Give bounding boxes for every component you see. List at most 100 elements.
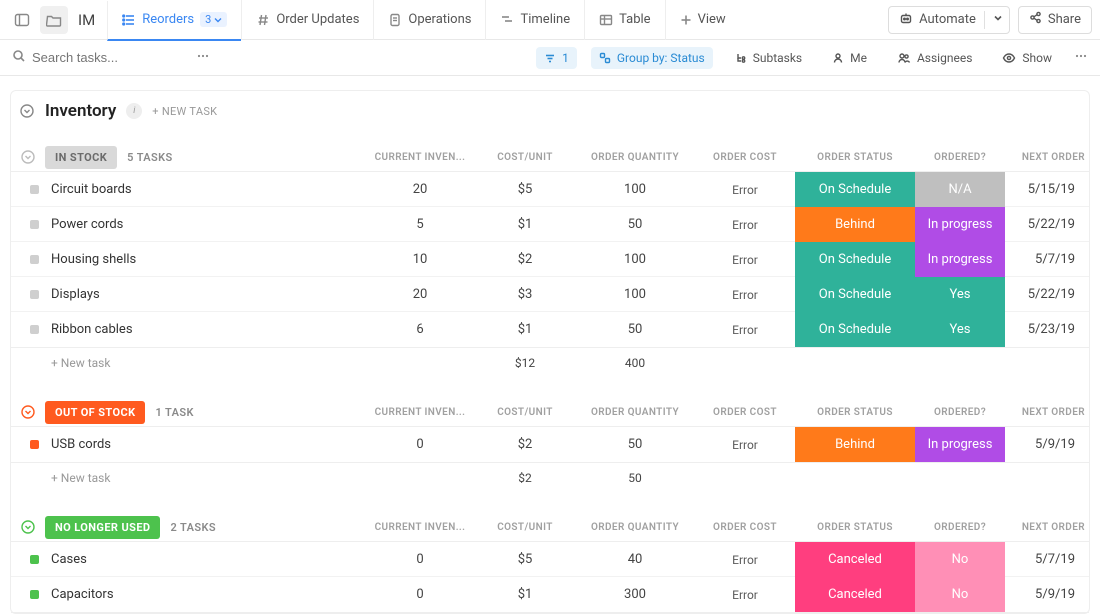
- table-row[interactable]: USB cords0$250ErrorBehindIn progress5/9/…: [11, 427, 1089, 462]
- cell-order-cost[interactable]: Error: [695, 218, 795, 232]
- cell-cost-unit[interactable]: $3: [475, 287, 575, 302]
- status-chip[interactable]: OUT OF STOCK: [45, 401, 145, 424]
- cell-ordered[interactable]: No: [915, 542, 1005, 577]
- cell-current-inventory[interactable]: 20: [365, 287, 475, 302]
- cell-next-order[interactable]: 5/9/19: [1005, 587, 1095, 602]
- cell-order-cost[interactable]: Error: [695, 323, 795, 337]
- cell-ordered[interactable]: N/A: [915, 172, 1005, 207]
- group-collapse-icon[interactable]: [11, 149, 45, 165]
- filter-count-pill[interactable]: 1: [536, 47, 577, 69]
- task-name[interactable]: Housing shells: [45, 252, 365, 267]
- cell-order-quantity[interactable]: 50: [575, 217, 695, 232]
- cell-order-status[interactable]: Behind: [795, 427, 915, 462]
- cell-cost-unit[interactable]: $5: [475, 182, 575, 197]
- task-name[interactable]: Ribbon cables: [45, 322, 365, 337]
- folder-icon[interactable]: [40, 6, 68, 34]
- cell-order-status[interactable]: Canceled: [795, 577, 915, 612]
- subtasks-pill[interactable]: Subtasks: [727, 47, 810, 69]
- cell-next-order[interactable]: 5/23/19: [1005, 322, 1095, 337]
- cell-order-cost[interactable]: Error: [695, 183, 795, 197]
- info-icon[interactable]: i: [126, 103, 142, 119]
- cell-next-order[interactable]: 5/22/19: [1005, 287, 1095, 302]
- cell-order-cost[interactable]: Error: [695, 253, 795, 267]
- cell-current-inventory[interactable]: 10: [365, 252, 475, 267]
- cell-ordered[interactable]: No: [915, 577, 1005, 612]
- cell-order-cost[interactable]: Error: [695, 553, 795, 567]
- cell-ordered[interactable]: Yes: [915, 312, 1005, 347]
- task-name[interactable]: USB cords: [45, 437, 365, 452]
- cell-order-quantity[interactable]: 100: [575, 252, 695, 267]
- new-task-button[interactable]: + New task: [45, 356, 365, 370]
- table-row[interactable]: Housing shells10$2100ErrorOn ScheduleIn …: [11, 242, 1089, 277]
- chevron-down-icon[interactable]: [993, 12, 1003, 27]
- assignees-pill[interactable]: Assignees: [889, 47, 980, 69]
- cell-order-status[interactable]: On Schedule: [795, 172, 915, 207]
- cell-current-inventory[interactable]: 0: [365, 437, 475, 452]
- new-task-button[interactable]: + New task: [45, 471, 365, 485]
- cell-order-status[interactable]: Canceled: [795, 542, 915, 577]
- cell-next-order[interactable]: 5/15/19: [1005, 182, 1095, 197]
- automate-button[interactable]: Automate: [888, 6, 1010, 34]
- sidebar-collapse-icon[interactable]: [8, 6, 36, 34]
- table-row[interactable]: Cases0$540ErrorCanceledNo5/7/19: [11, 542, 1089, 577]
- cell-cost-unit[interactable]: $5: [475, 552, 575, 567]
- cell-next-order[interactable]: 5/9/19: [1005, 437, 1095, 452]
- tab-add-view[interactable]: View: [665, 0, 740, 40]
- task-name[interactable]: Capacitors: [45, 587, 365, 602]
- table-row[interactable]: Capacitors0$1300ErrorCanceledNo5/9/19: [11, 577, 1089, 612]
- cell-order-quantity[interactable]: 100: [575, 287, 695, 302]
- cell-order-status[interactable]: On Schedule: [795, 242, 915, 277]
- cell-cost-unit[interactable]: $1: [475, 587, 575, 602]
- cell-order-quantity[interactable]: 100: [575, 182, 695, 197]
- cell-order-cost[interactable]: Error: [695, 288, 795, 302]
- task-name[interactable]: Cases: [45, 552, 365, 567]
- me-pill[interactable]: Me: [824, 47, 875, 69]
- cell-cost-unit[interactable]: $2: [475, 437, 575, 452]
- group-collapse-icon[interactable]: [11, 519, 45, 535]
- search-more-icon[interactable]: [196, 49, 210, 67]
- tab-operations[interactable]: Operations: [373, 0, 485, 40]
- cell-next-order[interactable]: 5/22/19: [1005, 217, 1095, 232]
- table-row[interactable]: Circuit boards20$5100ErrorOn ScheduleN/A…: [11, 172, 1089, 207]
- new-task-button[interactable]: + NEW TASK: [152, 105, 217, 118]
- cell-order-quantity[interactable]: 50: [575, 437, 695, 452]
- cell-order-cost[interactable]: Error: [695, 438, 795, 452]
- cell-current-inventory[interactable]: 6: [365, 322, 475, 337]
- cell-order-cost[interactable]: Error: [695, 588, 795, 602]
- cell-order-quantity[interactable]: 50: [575, 322, 695, 337]
- cell-ordered[interactable]: Yes: [915, 277, 1005, 312]
- more-options-icon[interactable]: [1074, 49, 1088, 67]
- cell-cost-unit[interactable]: $1: [475, 322, 575, 337]
- cell-order-quantity[interactable]: 300: [575, 587, 695, 602]
- tab-timeline[interactable]: Timeline: [485, 0, 584, 40]
- cell-next-order[interactable]: 5/7/19: [1005, 252, 1095, 267]
- cell-current-inventory[interactable]: 20: [365, 182, 475, 197]
- cell-current-inventory[interactable]: 5: [365, 217, 475, 232]
- status-chip[interactable]: IN STOCK: [45, 146, 117, 169]
- task-name[interactable]: Circuit boards: [45, 182, 365, 197]
- table-row[interactable]: Displays20$3100ErrorOn ScheduleYes5/22/1…: [11, 277, 1089, 312]
- cell-ordered[interactable]: In progress: [915, 207, 1005, 242]
- tab-table[interactable]: Table: [584, 0, 664, 40]
- status-chip[interactable]: NO LONGER USED: [45, 516, 160, 539]
- cell-order-status[interactable]: On Schedule: [795, 277, 915, 312]
- cell-next-order[interactable]: 5/7/19: [1005, 552, 1095, 567]
- cell-current-inventory[interactable]: 0: [365, 552, 475, 567]
- task-name[interactable]: Power cords: [45, 217, 365, 232]
- cell-cost-unit[interactable]: $1: [475, 217, 575, 232]
- search-input[interactable]: [32, 50, 172, 65]
- table-row[interactable]: Power cords5$150ErrorBehindIn progress5/…: [11, 207, 1089, 242]
- cell-current-inventory[interactable]: 0: [365, 587, 475, 602]
- cell-ordered[interactable]: In progress: [915, 242, 1005, 277]
- table-row[interactable]: Ribbon cables6$150ErrorOn ScheduleYes5/2…: [11, 312, 1089, 347]
- tab-reorders[interactable]: Reorders 3: [107, 1, 241, 41]
- cell-order-status[interactable]: On Schedule: [795, 312, 915, 347]
- group-collapse-icon[interactable]: [11, 404, 45, 420]
- cell-ordered[interactable]: In progress: [915, 427, 1005, 462]
- task-name[interactable]: Displays: [45, 287, 365, 302]
- cell-order-status[interactable]: Behind: [795, 207, 915, 242]
- share-button[interactable]: Share: [1018, 6, 1092, 34]
- group-by-pill[interactable]: Group by: Status: [591, 47, 713, 69]
- tab-order-updates[interactable]: Order Updates: [241, 0, 373, 40]
- show-pill[interactable]: Show: [994, 47, 1060, 69]
